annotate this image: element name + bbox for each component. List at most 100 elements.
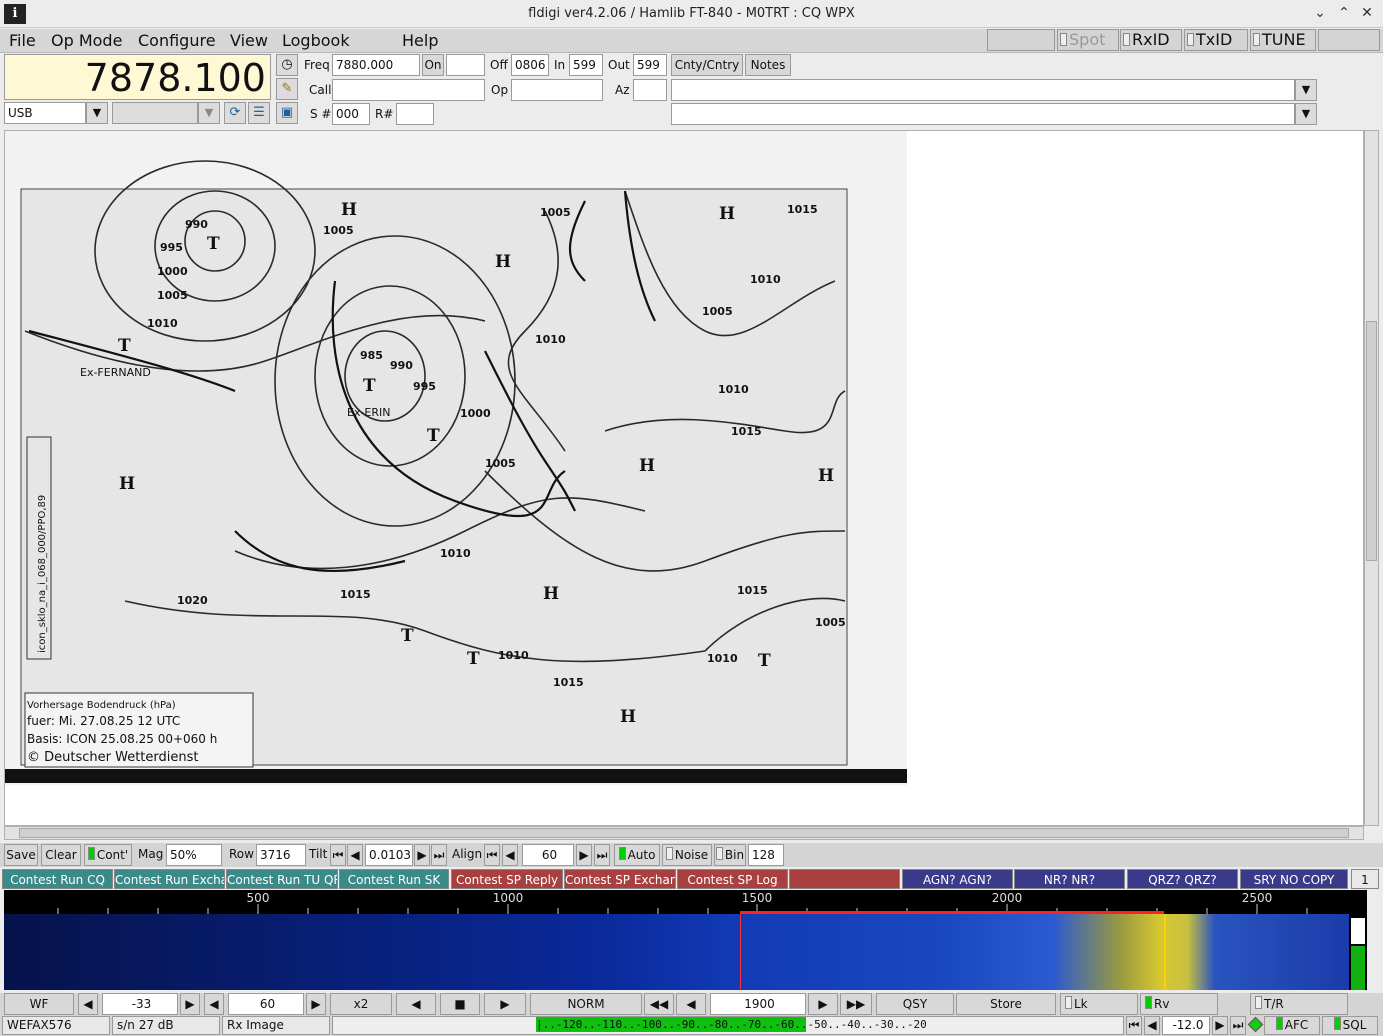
macro-button[interactable]: SRY NO COPY — [1240, 869, 1348, 889]
mode-status[interactable]: WEFAX576 — [2, 1016, 110, 1035]
tilt-forward-button[interactable]: ▶ — [414, 844, 430, 866]
bin-input[interactable]: 128 — [748, 844, 784, 866]
maximize-icon[interactable]: ⌃ — [1335, 5, 1353, 21]
call-input[interactable] — [332, 79, 485, 101]
bin-toggle[interactable]: Bin — [714, 844, 746, 866]
store-button[interactable]: Store — [956, 993, 1056, 1015]
mag-select[interactable]: 50% — [166, 844, 222, 866]
align-input[interactable]: 60 — [522, 844, 574, 866]
tilt-fast-forward-button[interactable]: ⏭ — [431, 844, 447, 866]
op-input[interactable] — [511, 79, 603, 101]
refresh-icon[interactable]: ⟳ — [224, 102, 246, 124]
chevron-down-icon[interactable]: ▼ — [1295, 79, 1317, 101]
clear-button[interactable]: Clear — [41, 844, 81, 866]
log-freq-input[interactable]: 7880.000 — [332, 54, 420, 76]
macro-button[interactable]: NR? NR? — [1014, 869, 1125, 889]
align-fast-forward-button[interactable]: ⏭ — [594, 844, 610, 866]
menu-file[interactable]: File — [9, 31, 36, 50]
afc-toggle[interactable]: AFC — [1264, 1016, 1320, 1035]
horizontal-scrollbar[interactable] — [4, 826, 1364, 840]
play-icon[interactable]: ▶ — [484, 993, 526, 1015]
country-input[interactable] — [671, 79, 1295, 101]
rewind-icon[interactable]: ◀ — [396, 993, 436, 1015]
tune-toggle[interactable]: TUNE — [1250, 29, 1316, 51]
macro-button[interactable]: Contest SP Log — [677, 869, 788, 889]
level-up-button[interactable]: ▶ — [180, 993, 200, 1015]
range-up-button[interactable]: ▶ — [306, 993, 326, 1015]
notes-input[interactable] — [671, 103, 1295, 125]
az-input[interactable] — [633, 79, 667, 101]
macro-button[interactable]: Contest Run TU QRZ — [226, 869, 338, 889]
tilt-back-button[interactable]: ◀ — [347, 844, 363, 866]
vertical-scrollbar[interactable] — [1364, 130, 1379, 826]
wefax-image-area[interactable]: 990 995 1000 1005 1010 1005 1005 985 990… — [4, 130, 1364, 826]
freq-fast-down-button[interactable]: ◀◀ — [644, 993, 674, 1015]
blank-button[interactable] — [987, 29, 1055, 51]
align-forward-button[interactable]: ▶ — [576, 844, 592, 866]
bandwidth-select[interactable] — [112, 102, 198, 124]
carrier-frequency-input[interactable]: 1900 — [710, 993, 806, 1015]
time-on-input[interactable] — [446, 54, 485, 76]
align-back-button[interactable]: ◀ — [502, 844, 518, 866]
macro-button[interactable]: Contest SP Reply — [451, 869, 563, 889]
tilt-fast-back-button[interactable]: ⏮ — [330, 844, 346, 866]
time-off-input[interactable]: 0806 — [511, 54, 549, 76]
freq-down-button[interactable]: ◀ — [676, 993, 706, 1015]
menu-op-mode[interactable]: Op Mode — [51, 31, 122, 50]
rst-out-input[interactable]: 599 — [633, 54, 667, 76]
row-input[interactable]: 3716 — [256, 844, 306, 866]
freq-up-button[interactable]: ▶ — [808, 993, 838, 1015]
zoom-button[interactable]: x2 — [330, 993, 392, 1015]
chevron-down-icon[interactable]: ▼ — [1295, 103, 1317, 125]
mode-select[interactable]: USB — [4, 102, 86, 124]
lock-toggle[interactable]: Lk — [1060, 993, 1138, 1015]
frequency-scale[interactable]: 500 1000 1500 2000 2500 — [4, 890, 1349, 914]
afc-fast-forward-button[interactable]: ⏭ — [1230, 1016, 1246, 1035]
notes-button[interactable]: Notes — [745, 54, 791, 76]
macro-button[interactable] — [789, 869, 900, 889]
afc-back-button[interactable]: ◀ — [1144, 1016, 1160, 1035]
close-icon[interactable]: ✕ — [1358, 5, 1376, 21]
menu-configure[interactable]: Configure — [138, 31, 216, 50]
macro-button[interactable]: Contest Run CQ — [2, 869, 113, 889]
menu-view[interactable]: View — [230, 31, 268, 50]
on-button[interactable]: On — [422, 54, 444, 76]
txid-toggle[interactable]: TxID — [1184, 29, 1248, 51]
save-log-icon[interactable]: ▣ — [276, 102, 298, 124]
clock-icon[interactable]: ◷ — [276, 54, 298, 76]
tr-toggle[interactable]: T/R — [1250, 993, 1348, 1015]
pause-icon[interactable]: ■ — [440, 993, 480, 1015]
noise-toggle[interactable]: Noise — [662, 844, 712, 866]
list-icon[interactable]: ☰ — [248, 102, 270, 124]
freq-fast-up-button[interactable]: ▶▶ — [840, 993, 872, 1015]
afc-fast-back-button[interactable]: ⏮ — [1126, 1016, 1142, 1035]
rcv-serial-input[interactable] — [396, 103, 434, 125]
country-button[interactable]: Cnty/Cntry — [671, 54, 743, 76]
serial-input[interactable]: 000 — [332, 103, 370, 125]
afc-value-input[interactable]: -12.0 — [1162, 1016, 1210, 1035]
blank-button-2[interactable] — [1318, 29, 1380, 51]
amplitude-range-input[interactable]: 60 — [228, 993, 304, 1015]
continuous-toggle[interactable]: Cont' — [84, 844, 132, 866]
save-button[interactable]: Save — [4, 844, 38, 866]
macro-button[interactable]: Contest Run Exchange — [114, 869, 225, 889]
range-down-button[interactable]: ◀ — [204, 993, 224, 1015]
menu-logbook[interactable]: Logbook — [282, 31, 350, 50]
level-down-button[interactable]: ◀ — [78, 993, 98, 1015]
chevron-down-icon[interactable]: ▼ — [86, 102, 108, 124]
reverse-toggle[interactable]: Rv — [1140, 993, 1218, 1015]
macro-button[interactable]: QRZ? QRZ? — [1127, 869, 1238, 889]
auto-toggle[interactable]: Auto — [614, 844, 660, 866]
spot-toggle[interactable]: Spot — [1057, 29, 1119, 51]
menu-help[interactable]: Help — [402, 31, 438, 50]
speed-button[interactable]: NORM — [530, 993, 642, 1015]
qsy-button[interactable]: QSY — [876, 993, 954, 1015]
afc-forward-button[interactable]: ▶ — [1212, 1016, 1228, 1035]
minimize-icon[interactable]: ⌄ — [1311, 5, 1329, 21]
reference-level-input[interactable]: -33 — [102, 993, 178, 1015]
broom-icon[interactable]: ✎ — [276, 78, 298, 100]
wf-mode-button[interactable]: WF — [4, 993, 74, 1015]
sql-toggle[interactable]: SQL — [1322, 1016, 1378, 1035]
macro-button[interactable]: Contest Run SK — [339, 869, 449, 889]
rxid-toggle[interactable]: RxID — [1120, 29, 1182, 51]
